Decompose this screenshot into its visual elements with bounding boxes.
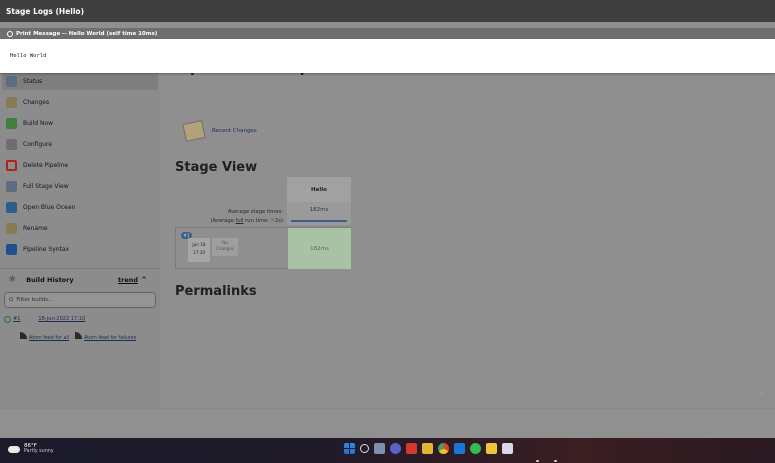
windows-start-icon[interactable]: [344, 443, 355, 454]
no-changes-line2: Changes: [215, 246, 235, 251]
stage-header-hello: Hello: [287, 177, 351, 202]
widgets-icon[interactable]: [374, 443, 385, 454]
search-icon: Q: [9, 297, 14, 303]
step-log-header[interactable]: Print Message -- Hello World (self time …: [0, 28, 775, 39]
run-date-time: 17:10: [192, 250, 206, 255]
atom-feeds: Atom feed for all Atom feed for failures: [20, 332, 136, 341]
atom-feed-failures-link[interactable]: Atom feed for failures: [84, 336, 136, 341]
step-log-body: Hello World: [0, 39, 775, 73]
stage-result-cell[interactable]: 182ms: [288, 228, 351, 269]
magnifier-icon: [6, 180, 17, 192]
stage-view-table: Hello Average stage times: (Average full…: [175, 177, 351, 269]
build-history-title: Build History: [26, 275, 74, 284]
whatsapp-icon[interactable]: [470, 443, 481, 454]
remote-desktop-icon[interactable]: [502, 443, 513, 454]
average-time-cell: 182ms: [287, 202, 351, 225]
weather-text: 86°F Partly sunny: [24, 443, 54, 455]
permalinks-title: Permalinks: [175, 284, 257, 299]
average-time-value: 182ms: [309, 207, 329, 213]
help-icon: [6, 243, 17, 255]
weather-widget[interactable]: 86°F Partly sunny: [8, 443, 54, 455]
teams-icon[interactable]: [390, 443, 401, 454]
search-icon[interactable]: [360, 444, 369, 453]
step-label: Print Message -- Hello World (self time …: [16, 30, 158, 37]
rss-icon: [20, 332, 27, 339]
avg-run-suffix: run time: ~2s): [243, 218, 283, 224]
sidebar-item-build-now[interactable]: Build Now: [6, 114, 156, 132]
sidebar-item-delete-pipeline[interactable]: Delete Pipeline: [6, 156, 156, 174]
sidebar-item-changes[interactable]: Changes: [6, 93, 156, 111]
gear-icon: [6, 138, 17, 150]
sidebar-item-label: Pipeline Syntax: [23, 245, 70, 253]
step-status-icon: [7, 30, 13, 37]
chrome-icon[interactable]: [438, 443, 449, 454]
avg-stage-times-text: Average stage times:: [227, 209, 283, 215]
sidebar-item-full-stage-view[interactable]: Full Stage View: [6, 177, 156, 195]
sidebar-item-label: Status: [23, 77, 43, 85]
build-history-header: ☼ Build History trend ^: [0, 268, 160, 290]
sidebar-item-label: Delete Pipeline: [23, 161, 69, 169]
run-date-day: Jun 18: [192, 242, 206, 247]
build-row: #1 18-Jun-2022 17:10: [4, 314, 158, 324]
avg-run-time-text: (Average full run time: ~2s): [175, 217, 283, 226]
sidebar-item-label: Build Now: [23, 119, 54, 127]
blue-ocean-icon: [6, 201, 17, 213]
atom-feed-all-link[interactable]: Atom feed for all: [29, 336, 69, 341]
sticky-notes-icon[interactable]: [486, 443, 497, 454]
sidebar-item-label: Configure: [23, 140, 53, 148]
log-output: Hello World: [10, 53, 47, 59]
sidebar-item-rename[interactable]: Rename: [6, 219, 156, 237]
stage-logs-title: Stage Logs (Hello): [6, 6, 85, 16]
filter-builds-input[interactable]: Q Filter builds...: [4, 292, 156, 308]
stage-view-title: Stage View: [175, 160, 258, 175]
sun-icon: ☼: [8, 274, 17, 285]
sidebar-item-label: Full Stage View: [23, 182, 69, 190]
acrobat-icon[interactable]: [406, 443, 417, 454]
atom-failures[interactable]: Atom feed for failures: [75, 332, 136, 341]
sidebar-item-label: Rename: [23, 224, 48, 232]
sidebar-item-label: Open Blue Ocean: [23, 203, 76, 211]
average-stage-times-label: Average stage times: (Average full run t…: [175, 208, 283, 226]
screen: Status Changes Build Now Configure Delet…: [0, 0, 775, 463]
avg-run-prefix: (Average: [210, 218, 236, 224]
sidebar-item-status[interactable]: Status: [2, 72, 158, 90]
no-entry-icon: [6, 159, 17, 171]
run-date: Jun 18 17:10: [188, 238, 210, 262]
weather-condition: Partly sunny: [24, 449, 54, 454]
recent-changes-label: Recent Changes: [212, 128, 257, 134]
build-date-link[interactable]: 18-Jun-2022 17:10: [38, 316, 85, 322]
sidebar-item-open-blue-ocean[interactable]: Open Blue Ocean: [6, 198, 156, 216]
stage-result-time: 182ms: [310, 245, 329, 252]
stage-logs-title-bar: Stage Logs (Hello): [0, 0, 775, 22]
atom-all[interactable]: Atom feed for all: [20, 332, 69, 341]
no-changes-box: No Changes: [212, 238, 238, 256]
page-footer: [0, 408, 775, 438]
scroll-up-icon[interactable]: ^: [758, 392, 763, 399]
trend-link[interactable]: trend: [118, 276, 138, 284]
build-number-link[interactable]: #1: [13, 316, 20, 322]
clock-play-icon: [6, 117, 17, 129]
running-indicator: [554, 460, 557, 462]
filter-placeholder: Filter builds...: [16, 297, 54, 303]
sidebar-item-label: Changes: [23, 98, 50, 106]
notepad-icon: [6, 222, 17, 234]
run-row: #1 Jun 18 17:10 No Changes 182ms: [175, 227, 351, 269]
notepad-icon: [6, 96, 17, 108]
recent-changes-link[interactable]: Recent Changes: [182, 120, 257, 142]
taskbar-icons: [344, 443, 513, 454]
rss-icon: [75, 332, 83, 339]
file-explorer-icon[interactable]: [422, 443, 433, 454]
running-indicator: [536, 460, 539, 462]
success-icon: [4, 315, 11, 323]
sidebar-item-pipeline-syntax[interactable]: Pipeline Syntax: [6, 240, 156, 258]
magnifier-icon: [6, 75, 17, 87]
full-run-link[interactable]: full: [236, 218, 244, 224]
chevron-up-icon[interactable]: ^: [141, 276, 147, 284]
cloud-icon: [8, 445, 20, 453]
sidebar-item-configure[interactable]: Configure: [6, 135, 156, 153]
notepad-icon: [182, 120, 206, 142]
sidebar: Status Changes Build Now Configure Delet…: [0, 70, 160, 408]
average-time-bar: [291, 220, 347, 222]
outlook-icon[interactable]: [454, 443, 465, 454]
